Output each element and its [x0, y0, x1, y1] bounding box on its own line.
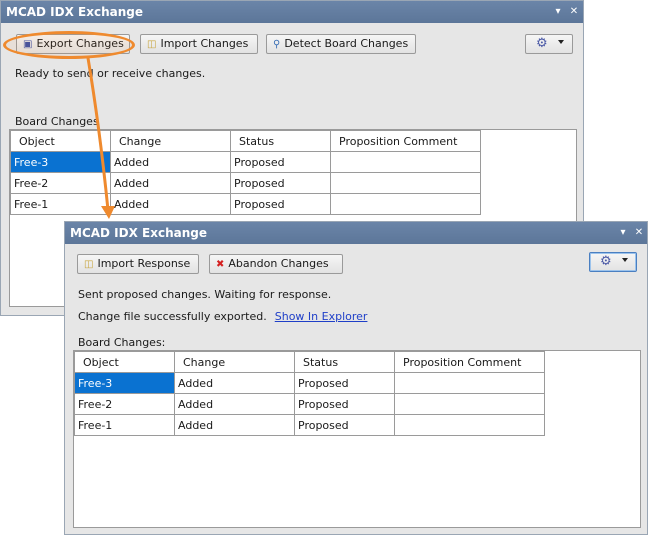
column-header-change[interactable]: Change [174, 351, 295, 373]
column-header-status[interactable]: Status [294, 351, 395, 373]
show-in-explorer-link[interactable]: Show In Explorer [275, 310, 368, 323]
cell-status[interactable]: Proposed [294, 372, 395, 394]
cell-change[interactable]: Added [174, 414, 295, 436]
front-status-text: Sent proposed changes. Waiting for respo… [78, 288, 332, 301]
pin-dropdown-icon[interactable]: ▾ [616, 225, 630, 240]
front-panel-title: MCAD IDX Exchange [70, 226, 207, 240]
export-result-text: Change file successfully exported. [78, 310, 267, 323]
table-row[interactable]: Free-2 Added Proposed [74, 393, 545, 415]
close-icon[interactable]: ✕ [632, 225, 646, 240]
import-response-label: Import Response [97, 257, 191, 270]
front-board-changes-label: Board Changes: [78, 336, 166, 349]
cell-status[interactable]: Proposed [294, 393, 395, 415]
table-row[interactable]: Free-1 Added Proposed [74, 414, 545, 436]
front-panel: MCAD IDX Exchange ▾ ✕ ◫ Import Response ✖… [64, 221, 648, 535]
export-result-line: Change file successfully exported. Show I… [78, 310, 367, 323]
front-board-changes-table-container: Object Change Status Proposition Comment… [73, 350, 641, 528]
column-header-proposition-comment[interactable]: Proposition Comment [394, 351, 545, 373]
gear-icon: ⚙ [600, 254, 612, 269]
front-titlebar: MCAD IDX Exchange ▾ ✕ [65, 222, 647, 244]
chevron-down-icon [622, 258, 628, 262]
settings-dropdown-button[interactable]: ⚙ [589, 252, 637, 272]
column-header-object[interactable]: Object [74, 351, 175, 373]
table-header-row: Object Change Status Proposition Comment [74, 351, 545, 373]
cell-proposition-comment[interactable] [394, 414, 545, 436]
cell-proposition-comment[interactable] [394, 393, 545, 415]
cell-object[interactable]: Free-2 [74, 393, 175, 415]
abandon-changes-label: Abandon Changes [228, 257, 329, 270]
cell-proposition-comment[interactable] [394, 372, 545, 394]
cell-change[interactable]: Added [174, 372, 295, 394]
front-board-changes-table: Object Change Status Proposition Comment… [74, 351, 545, 436]
table-row[interactable]: Free-3 Added Proposed [74, 372, 545, 394]
abandon-changes-button[interactable]: ✖ Abandon Changes [209, 254, 343, 274]
import-response-button[interactable]: ◫ Import Response [77, 254, 199, 274]
cell-change[interactable]: Added [174, 393, 295, 415]
folder-open-icon: ◫ [84, 259, 94, 270]
red-x-icon: ✖ [216, 259, 225, 270]
cell-object[interactable]: Free-3 [74, 372, 175, 394]
cell-status[interactable]: Proposed [294, 414, 395, 436]
cell-object[interactable]: Free-1 [74, 414, 175, 436]
